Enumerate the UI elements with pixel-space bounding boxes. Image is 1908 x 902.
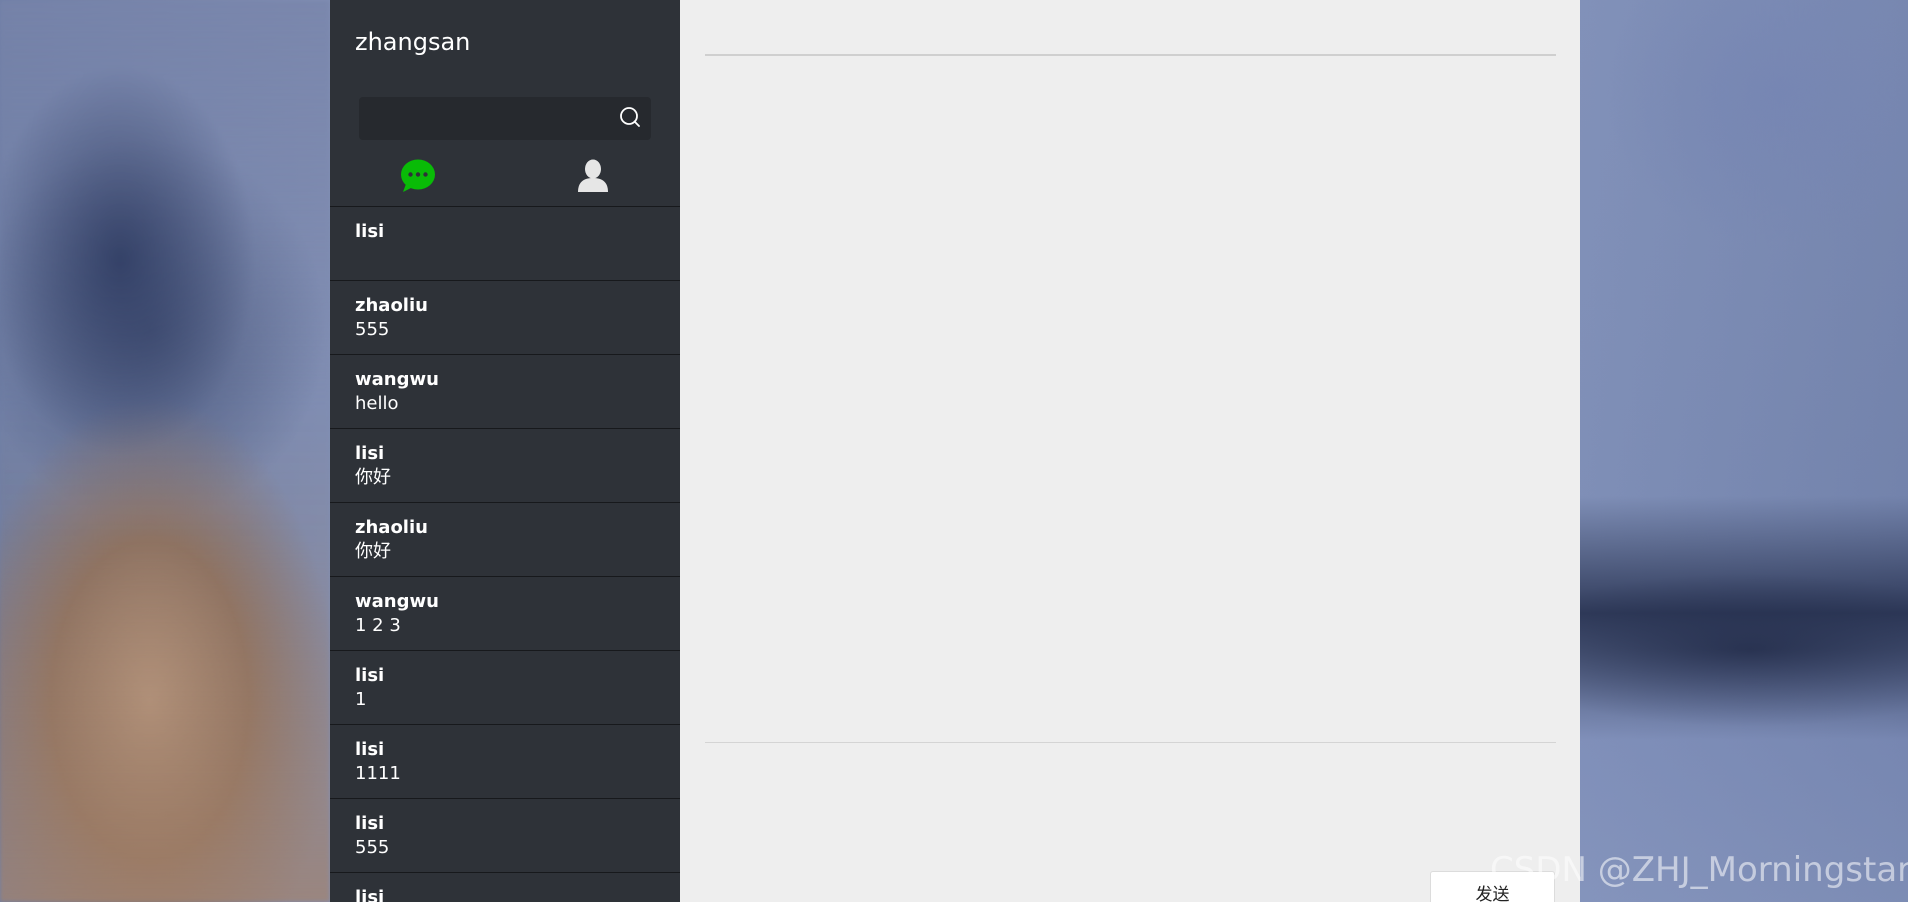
session-item[interactable]: lisi	[330, 207, 680, 281]
session-item[interactable]: lisi 1	[330, 651, 680, 725]
session-item[interactable]: wangwu 1 2 3	[330, 577, 680, 651]
session-name: lisi	[355, 813, 385, 834]
session-name: lisi	[355, 887, 385, 902]
session-last-message: 你好	[355, 467, 391, 488]
session-last-message: 555	[355, 837, 390, 858]
session-name: lisi	[355, 443, 385, 464]
session-name: zhaoliu	[355, 295, 428, 316]
search-input[interactable]	[359, 97, 607, 140]
session-name: lisi	[355, 665, 385, 686]
session-name: lisi	[355, 221, 385, 242]
nav-tabs	[330, 154, 680, 206]
session-name: lisi	[355, 739, 385, 760]
sidebar: zhangsan lisi zhaoliu 555 wangwu hello l…	[330, 0, 680, 902]
search-box	[359, 97, 651, 140]
session-name: zhaoliu	[355, 517, 428, 538]
current-user-name: zhangsan	[355, 28, 471, 56]
person-icon	[576, 159, 610, 197]
background-wallpaper-left	[0, 0, 330, 902]
search-icon	[618, 105, 642, 133]
session-list: lisi zhaoliu 555 wangwu hello lisi 你好 zh…	[330, 206, 680, 902]
message-input[interactable]	[705, 750, 1560, 872]
background-wallpaper-right	[1580, 0, 1908, 902]
session-last-message: 你好	[355, 541, 391, 562]
chat-panel: 发送	[680, 0, 1580, 902]
session-item[interactable]: lisi	[330, 873, 680, 902]
chat-bubble-icon	[400, 159, 436, 197]
session-item[interactable]: wangwu hello	[330, 355, 680, 429]
watermark: CSDN @ZHJ_Morningstar	[1490, 850, 1908, 890]
session-last-message: 555	[355, 319, 390, 340]
tab-chat[interactable]	[398, 158, 438, 198]
search-button[interactable]	[609, 97, 651, 140]
session-last-message: hello	[355, 393, 399, 414]
session-last-message: 1111	[355, 763, 401, 784]
session-item[interactable]: lisi 555	[330, 799, 680, 873]
session-name: wangwu	[355, 369, 439, 390]
session-name: wangwu	[355, 591, 439, 612]
message-area[interactable]	[705, 56, 1556, 742]
session-item[interactable]: zhaoliu 555	[330, 281, 680, 355]
session-item[interactable]: zhaoliu 你好	[330, 503, 680, 577]
session-item[interactable]: lisi 你好	[330, 429, 680, 503]
tab-contacts[interactable]	[573, 158, 613, 198]
session-last-message: 1	[355, 689, 367, 710]
input-divider	[705, 742, 1556, 743]
session-last-message: 1 2 3	[355, 615, 401, 636]
session-item[interactable]: lisi 1111	[330, 725, 680, 799]
